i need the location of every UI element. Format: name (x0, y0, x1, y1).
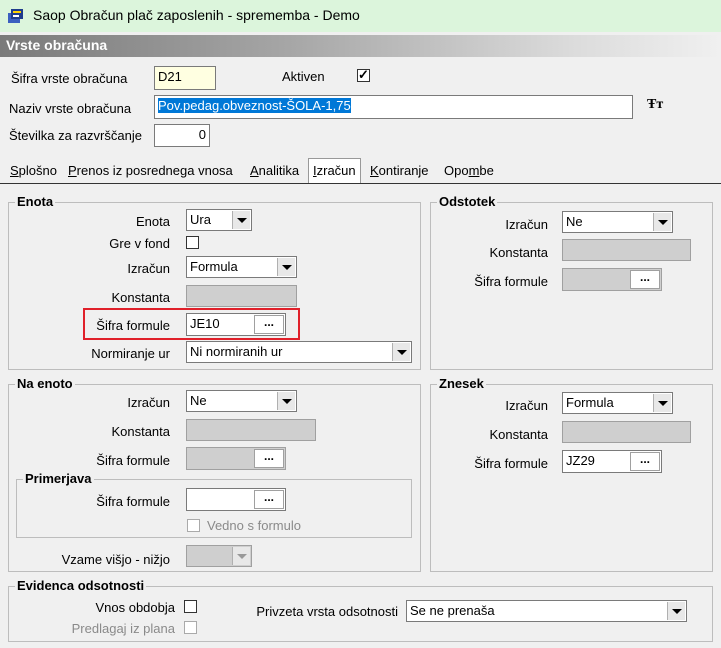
odstotek-konstanta-input (562, 239, 691, 261)
chevron-down-icon[interactable] (232, 547, 250, 565)
odstotek-sifra-formule-field[interactable]: ... (562, 268, 662, 291)
na-enoto-izracun-label: Izračun (127, 395, 170, 410)
window-title: Saop Obračun plač zaposlenih - sprememba… (33, 7, 360, 23)
odstotek-izracun-label: Izračun (505, 217, 548, 232)
stevilka-label: Številka za razvrščanje (9, 128, 142, 143)
vedno-checkbox[interactable] (187, 519, 200, 532)
znesek-sifra-formule-field[interactable]: JZ29... (562, 450, 662, 473)
chevron-down-icon[interactable] (392, 343, 410, 361)
enota-izracun-select[interactable]: Formula (186, 256, 297, 278)
title-bar: Saop Obračun plač zaposlenih - sprememba… (0, 0, 721, 32)
znesek-sifra-formule-label: Šifra formule (474, 456, 548, 471)
vzame-select[interactable] (186, 545, 252, 567)
tab-divider (0, 183, 721, 184)
section-header: Vrste obračuna (0, 35, 721, 57)
normiranje-label: Normiranje ur (91, 346, 170, 361)
chevron-down-icon[interactable] (653, 213, 671, 231)
znesek-konstanta-label: Konstanta (489, 427, 548, 442)
na-enoto-konstanta-input (186, 419, 316, 441)
vzame-label: Vzame višjo - nižjo (61, 552, 170, 567)
grevfond-checkbox[interactable] (186, 236, 199, 249)
znesek-izracun-select[interactable]: Formula (562, 392, 673, 414)
odstotek-caption: Odstotek (437, 194, 498, 209)
tab-kontiranje[interactable]: Kontiranje (366, 160, 433, 182)
primerjava-sifra-label: Šifra formule (96, 494, 170, 509)
enota-konstanta-input (186, 285, 297, 307)
tab-splosno[interactable]: Splošno (6, 160, 61, 182)
enota-sifra-formule-field[interactable]: JE10... (186, 313, 286, 336)
stevilka-input[interactable]: 0 (154, 124, 210, 147)
privzeta-label: Privzeta vrsta odsotnosti (256, 604, 398, 619)
chevron-down-icon[interactable] (277, 258, 295, 276)
predlagaj-label: Predlagaj iz plana (71, 621, 175, 636)
aktiven-label: Aktiven (282, 69, 325, 84)
enota-label: Enota (136, 214, 170, 229)
na-enoto-caption: Na enoto (15, 376, 75, 391)
enota-izracun-label: Izračun (127, 261, 170, 276)
na-enoto-sifra-formule-field[interactable]: ... (186, 447, 286, 470)
normiranje-select[interactable]: Ni normiranih ur (186, 341, 412, 363)
na-enoto-sifra-formule-label: Šifra formule (96, 453, 170, 468)
naziv-input[interactable]: Pov.pedag.obveznost-ŠOLA-1,75 (154, 95, 633, 119)
ellipsis-button[interactable]: ... (630, 270, 660, 289)
odstotek-sifra-formule-label: Šifra formule (474, 274, 548, 289)
evidenca-caption: Evidenca odsotnosti (15, 578, 147, 593)
tab-analitika[interactable]: Analitika (246, 160, 303, 182)
tab-prenos[interactable]: Prenos iz posrednega vnosa (64, 160, 237, 182)
tab-opombe[interactable]: Opombe (440, 160, 498, 182)
znesek-izracun-label: Izračun (505, 398, 548, 413)
znesek-caption: Znesek (437, 376, 486, 391)
enota-konstanta-label: Konstanta (111, 290, 170, 305)
chevron-down-icon[interactable] (653, 394, 671, 412)
privzeta-select[interactable]: Se ne prenaša (406, 600, 687, 622)
vnos-label: Vnos obdobja (95, 600, 175, 615)
grevfond-label: Gre v fond (109, 236, 170, 251)
sifra-input[interactable]: D21 (154, 66, 216, 90)
znesek-konstanta-input (562, 421, 691, 443)
app-icon (8, 9, 23, 23)
enota-caption: Enota (15, 194, 56, 209)
vnos-checkbox[interactable] (184, 600, 197, 613)
aktiven-checkbox[interactable] (357, 67, 370, 83)
primerjava-sifra-field[interactable]: ... (186, 488, 286, 511)
section-title: Vrste obračuna (6, 37, 108, 53)
ellipsis-button[interactable]: ... (630, 452, 660, 471)
chevron-down-icon[interactable] (232, 211, 250, 229)
naziv-label: Naziv vrste obračuna (9, 101, 132, 116)
predlagaj-checkbox[interactable] (184, 621, 197, 634)
chevron-down-icon[interactable] (277, 392, 295, 410)
enota-sifra-formule-label: Šifra formule (96, 318, 170, 333)
tab-bar: Splošno Prenos iz posrednega vnosa Anali… (0, 158, 721, 183)
enota-select[interactable]: Ura (186, 209, 252, 231)
font-tt-icon[interactable]: Ŧт (647, 97, 663, 113)
sifra-label: Šifra vrste obračuna (11, 71, 128, 86)
odstotek-konstanta-label: Konstanta (489, 245, 548, 260)
vedno-label: Vedno s formulo (207, 518, 301, 533)
na-enoto-konstanta-label: Konstanta (111, 424, 170, 439)
ellipsis-button[interactable]: ... (254, 449, 284, 468)
na-enoto-izracun-select[interactable]: Ne (186, 390, 297, 412)
primerjava-caption: Primerjava (23, 471, 94, 486)
chevron-down-icon[interactable] (667, 602, 685, 620)
ellipsis-button[interactable]: ... (254, 490, 284, 509)
odstotek-izracun-select[interactable]: Ne (562, 211, 673, 233)
ellipsis-button[interactable]: ... (254, 315, 284, 334)
tab-izracun[interactable]: Izračun (308, 158, 361, 183)
